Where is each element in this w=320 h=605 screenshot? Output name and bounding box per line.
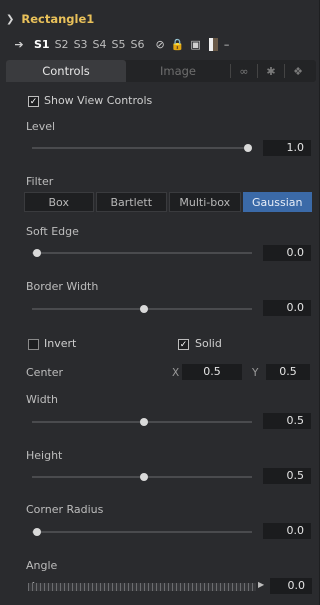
- corner-radius-value-field[interactable]: 0.0: [263, 523, 311, 539]
- center-y-label: Y: [252, 367, 259, 379]
- center-label: Center: [26, 366, 64, 379]
- border-width-value-field[interactable]: 0.0: [263, 300, 311, 316]
- filter-button-group: Box Bartlett Multi-box Gaussian: [24, 192, 312, 212]
- version-s3[interactable]: S3: [74, 38, 88, 51]
- border-width-label: Border Width: [26, 280, 99, 293]
- solid-label: Solid: [195, 337, 222, 350]
- chevron-down-icon[interactable]: ❯: [6, 14, 14, 25]
- height-value-field[interactable]: 0.5: [263, 468, 311, 484]
- width-value-field[interactable]: 0.5: [263, 413, 311, 429]
- corner-radius-slider-handle[interactable]: [33, 528, 41, 536]
- invert-checkbox[interactable]: [28, 339, 39, 350]
- version-s1[interactable]: S1: [34, 38, 50, 51]
- angle-thumbwheel[interactable]: [28, 583, 256, 591]
- show-view-controls-checkbox[interactable]: ✓: [28, 96, 39, 107]
- version-s4[interactable]: S4: [93, 38, 107, 51]
- corner-radius-slider-track[interactable]: [32, 531, 252, 533]
- filter-gaussian-button[interactable]: Gaussian: [242, 192, 312, 212]
- tab-bar: Controls Image ∞ ✱ ❖: [6, 60, 316, 82]
- version-s5[interactable]: S5: [112, 38, 126, 51]
- dropdown-icon[interactable]: –: [224, 38, 230, 51]
- level-value-field[interactable]: 1.0: [263, 140, 311, 156]
- lock-icon[interactable]: 🔒: [171, 38, 185, 51]
- filter-box-button[interactable]: Box: [24, 192, 94, 212]
- center-y-field[interactable]: 0.5: [266, 364, 310, 380]
- pin-icon[interactable]: ➔: [12, 38, 26, 51]
- soft-edge-slider-track[interactable]: [32, 252, 252, 254]
- tab-controls[interactable]: Controls: [6, 60, 126, 82]
- info-icon[interactable]: ❖: [285, 65, 311, 78]
- soft-edge-slider-handle[interactable]: [33, 249, 41, 257]
- center-x-label: X: [172, 367, 180, 379]
- invert-label: Invert: [44, 337, 77, 350]
- tool-name: Rectangle1: [21, 12, 95, 26]
- center-x-field[interactable]: 0.5: [182, 364, 242, 380]
- height-label: Height: [26, 449, 63, 462]
- inspector-panel: ❯ Rectangle1 ➔ S1 S2 S3 S4 S5 S6 ⊘ 🔒 ▣ –…: [0, 0, 320, 605]
- save-icon[interactable]: ▣: [190, 38, 200, 51]
- modifiers-icon[interactable]: ∞: [231, 65, 257, 78]
- corner-radius-label: Corner Radius: [26, 503, 104, 516]
- filter-multibox-button[interactable]: Multi-box: [169, 192, 241, 212]
- width-label: Width: [26, 393, 58, 406]
- disable-icon[interactable]: ⊘: [156, 38, 165, 51]
- color-swatch-dark[interactable]: [212, 37, 218, 51]
- show-view-controls-label: Show View Controls: [44, 94, 153, 107]
- soft-edge-label: Soft Edge: [26, 225, 79, 238]
- angle-increase-icon[interactable]: ▶: [258, 580, 264, 589]
- version-s6[interactable]: S6: [131, 38, 145, 51]
- settings-gear-icon[interactable]: ✱: [258, 65, 284, 78]
- filter-label: Filter: [26, 175, 54, 188]
- angle-label: Angle: [26, 559, 58, 572]
- angle-value-field[interactable]: 0.0: [270, 578, 312, 594]
- version-s2[interactable]: S2: [55, 38, 69, 51]
- height-slider-handle[interactable]: [140, 473, 148, 481]
- border-width-slider-handle[interactable]: [140, 305, 148, 313]
- filter-bartlett-button[interactable]: Bartlett: [95, 192, 167, 212]
- level-slider-handle[interactable]: [244, 144, 252, 152]
- level-label: Level: [26, 120, 56, 133]
- soft-edge-value-field[interactable]: 0.0: [263, 245, 311, 261]
- solid-checkbox[interactable]: ✓: [178, 339, 189, 350]
- tab-image[interactable]: Image: [126, 60, 230, 82]
- level-slider-track[interactable]: [32, 147, 249, 149]
- tool-header[interactable]: ❯ Rectangle1: [6, 11, 94, 27]
- version-bar: ➔ S1 S2 S3 S4 S5 S6 ⊘ 🔒 ▣ –: [0, 33, 320, 55]
- width-slider-handle[interactable]: [140, 418, 148, 426]
